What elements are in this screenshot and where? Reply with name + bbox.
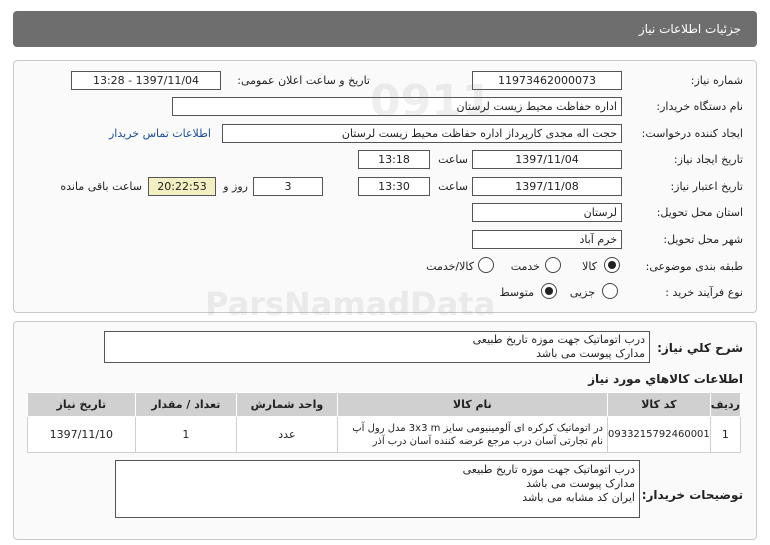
province-field: لرستان xyxy=(472,203,622,222)
row-unit: عدد xyxy=(236,416,338,453)
buyer-org-field: اداره حفاظت محیط زیست لرستان xyxy=(172,97,622,116)
summary-line-1: درب اتوماتیک جهت موزه تاریخ طبیعی xyxy=(472,333,645,346)
process-radio-medium[interactable] xyxy=(541,283,557,299)
process-label: نوع فرآیند خرید : xyxy=(665,286,743,299)
remaining-time-field: 20:22:53 xyxy=(148,177,216,196)
requester-label: ایجاد کننده درخواست: xyxy=(641,127,743,140)
category-option-goods-service: کالا/خدمت xyxy=(426,260,474,273)
requester-field: حجت اله مجدی کارپرداز اداره حفاظت محیط ز… xyxy=(222,124,622,143)
validity-date-field: 1397/11/08 xyxy=(472,177,622,196)
col-code: کد کالا xyxy=(606,392,711,417)
category-label: طبقه بندی موضوعی: xyxy=(645,260,743,273)
buyer-notes-box: درب اتوماتیک جهت موزه تاریخ طبیعی مدارک … xyxy=(115,460,640,518)
page-title: جزئیات اطلاعات نیاز xyxy=(638,22,741,36)
process-option-medium: متوسط xyxy=(499,286,534,299)
buyer-notes-label: توضیحات خریدار: xyxy=(641,488,743,502)
buyer-org-label: نام دستگاه خریدار: xyxy=(656,100,743,113)
process-radio-minor[interactable] xyxy=(602,283,618,299)
table-row[interactable]: 1 0933215792460001 در اتوماتیک کرکره ای … xyxy=(27,416,742,453)
need-number-label: شماره نیاز: xyxy=(690,74,743,87)
page-header: جزئیات اطلاعات نیاز xyxy=(13,11,757,47)
process-option-minor: جزیی xyxy=(569,286,595,299)
buyer-notes-line-2: مدارک پیوست می باشد xyxy=(526,477,635,490)
row-qty: 1 xyxy=(134,416,238,453)
remaining-days-field: 3 xyxy=(253,177,323,196)
announce-label: تاریخ و ساعت اعلان عمومی: xyxy=(237,74,370,87)
days-label: روز و xyxy=(223,180,248,193)
created-date-label: تاریخ ایجاد نیاز: xyxy=(673,153,743,166)
summary-box: درب اتوماتیک جهت موزه تاریخ طبیعی مدارک … xyxy=(104,331,650,363)
created-date-field: 1397/11/04 xyxy=(472,150,622,169)
city-label: شهر محل تحویل: xyxy=(663,233,743,246)
created-time-label: ساعت xyxy=(438,153,468,166)
col-unit: واحد شمارش xyxy=(236,392,338,417)
row-code: 0933215792460001 xyxy=(606,416,711,453)
category-radio-goods[interactable] xyxy=(604,257,620,273)
need-number-field: 11973462000073 xyxy=(472,71,622,90)
row-date: 1397/11/10 xyxy=(27,416,136,453)
province-label: استان محل تحویل: xyxy=(656,206,743,219)
col-qty: تعداد / مقدار xyxy=(134,392,238,417)
city-field: خرم آباد xyxy=(472,230,622,249)
buyer-notes-line-1: درب اتوماتیک جهت موزه تاریخ طبیعی xyxy=(462,463,635,476)
announce-field: 1397/11/04 - 13:28 xyxy=(71,71,221,90)
category-option-goods: کالا xyxy=(582,260,597,273)
validity-time-field: 13:30 xyxy=(358,177,430,196)
col-date: تاریخ نیاز xyxy=(27,392,136,417)
goods-section-title: اطلاعات کالاهاي مورد نياز xyxy=(588,372,743,386)
row-index: 1 xyxy=(709,416,742,453)
category-radio-service[interactable] xyxy=(545,257,561,273)
col-name: نام کالا xyxy=(336,392,608,417)
summary-label: شرح کلي نياز: xyxy=(657,341,743,355)
category-radio-goods-service[interactable] xyxy=(478,257,494,273)
goods-table: ردیف کد کالا نام کالا واحد شمارش تعداد /… xyxy=(27,392,742,453)
col-index: ردیف xyxy=(709,392,742,417)
validity-date-label: تاریخ اعتبار نیاز: xyxy=(670,180,743,193)
validity-time-label: ساعت xyxy=(438,180,468,193)
buyer-notes-line-3: ایران کد مشابه می باشد xyxy=(522,491,635,504)
buyer-contact-link[interactable]: اطلاعات تماس خریدار xyxy=(109,127,211,140)
row-name: در اتوماتیک کرکره ای آلومینیومی سایز 3x3… xyxy=(336,416,608,453)
remaining-label: ساعت باقی مانده xyxy=(60,180,142,193)
category-option-service: خدمت xyxy=(510,260,540,273)
summary-line-2: مدارک پیوست می باشد xyxy=(536,347,645,360)
created-time-field: 13:18 xyxy=(358,150,430,169)
